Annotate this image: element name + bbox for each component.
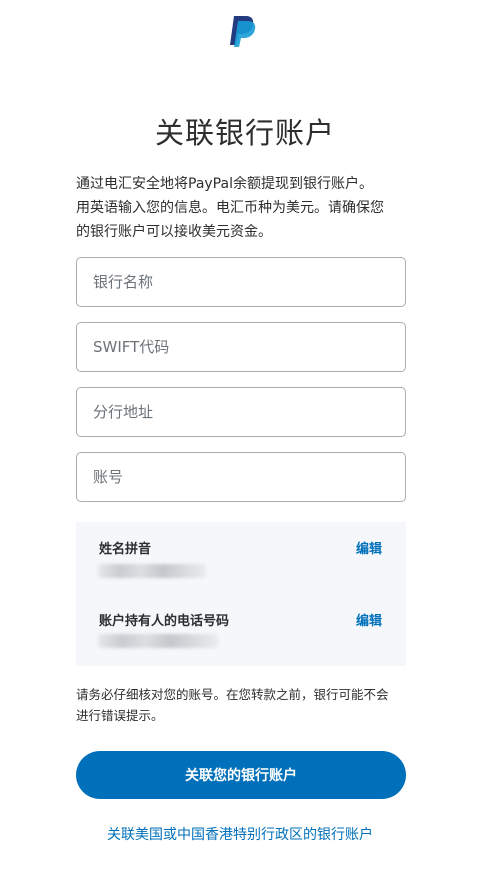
- name-pinyin-label: 姓名拼音: [99, 542, 152, 557]
- page-title: 关联银行账户: [154, 116, 335, 150]
- note-line: 进行错误提示。: [76, 708, 164, 723]
- redacted-name-value: [98, 564, 206, 578]
- redacted-phone-value: [98, 634, 218, 648]
- bank-name-field[interactable]: [76, 257, 406, 307]
- edit-phone-link[interactable]: 编辑: [356, 610, 382, 629]
- intro-line: 通过电汇安全地将PayPal余额提现到银行账户。: [76, 176, 373, 192]
- branch-address-input[interactable]: [77, 388, 393, 436]
- verification-note: 请务必仔细核对您的账号。在您转款之前，银行可能不会 进行错误提示。: [76, 684, 408, 726]
- swift-code-field[interactable]: [76, 322, 406, 372]
- link-us-hk-bank-link[interactable]: 关联美国或中国香港特别行政区的银行账户: [0, 824, 480, 844]
- paypal-logo-icon: [230, 16, 256, 47]
- edit-name-link[interactable]: 编辑: [356, 538, 382, 557]
- account-number-field[interactable]: [76, 452, 406, 502]
- account-holder-info-panel: 姓名拼音 编辑 账户持有人的电话号码 编辑: [76, 522, 406, 666]
- swift-code-input[interactable]: [77, 323, 393, 371]
- account-number-input[interactable]: [77, 453, 393, 501]
- intro-text: 通过电汇安全地将PayPal余额提现到银行账户。 用英语输入您的信息。电汇币种为…: [76, 172, 406, 244]
- bank-name-input[interactable]: [77, 258, 393, 306]
- intro-line: 用英语输入您的信息。电汇币种为美元。请确保您: [76, 200, 384, 216]
- phone-number-label: 账户持有人的电话号码: [99, 614, 230, 629]
- branch-address-field[interactable]: [76, 387, 406, 437]
- link-bank-account-button[interactable]: 关联您的银行账户: [76, 751, 406, 799]
- note-line: 请务必仔细核对您的账号。在您转款之前，银行可能不会: [76, 687, 389, 702]
- intro-line: 的银行账户可以接收美元资金。: [76, 224, 272, 240]
